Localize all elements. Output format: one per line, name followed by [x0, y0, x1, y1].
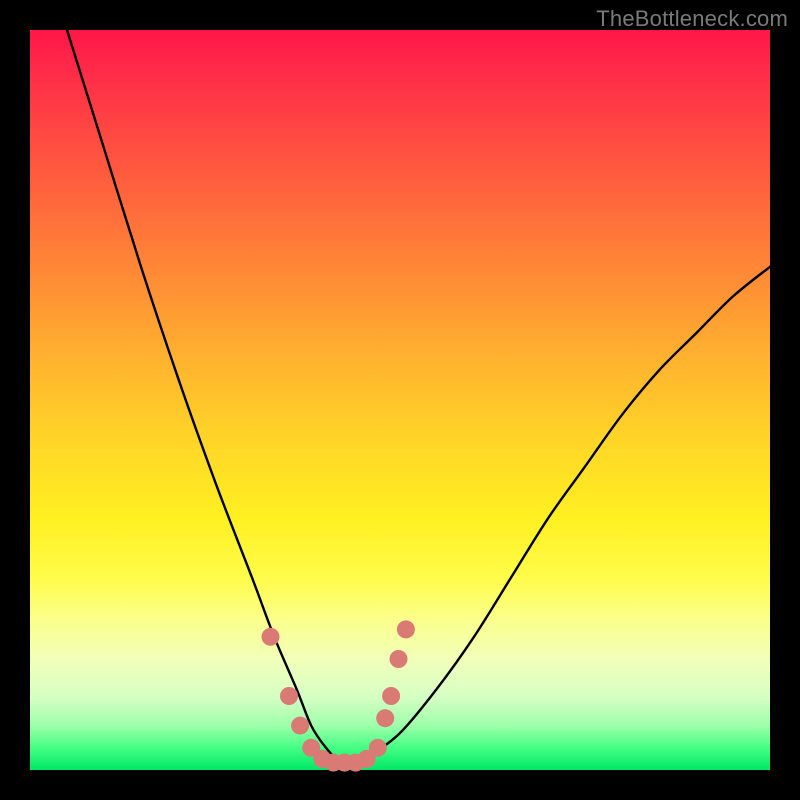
curve-marker	[369, 739, 387, 757]
curve-marker	[291, 717, 309, 735]
watermark-text: TheBottleneck.com	[596, 6, 788, 32]
curve-marker	[280, 687, 298, 705]
chart-frame: TheBottleneck.com	[0, 0, 800, 800]
curve-marker	[382, 687, 400, 705]
curve-marker	[376, 709, 394, 727]
curve-marker	[397, 620, 415, 638]
curve-marker	[262, 628, 280, 646]
curve-marker	[390, 650, 408, 668]
plot-area	[30, 30, 770, 770]
bottleneck-curve	[30, 30, 770, 770]
